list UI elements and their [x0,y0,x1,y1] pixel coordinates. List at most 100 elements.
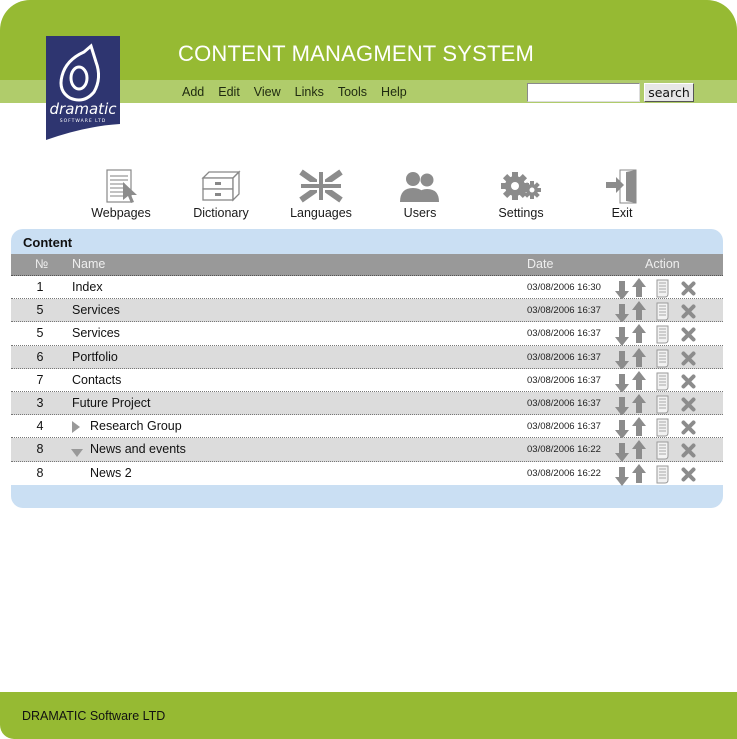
delete-icon[interactable] [681,327,696,345]
menu-item-add[interactable]: Add [182,85,204,99]
table-row[interactable]: 3 Future Project 03/08/2006 16:37 [11,391,723,417]
search-input[interactable] [527,83,640,102]
row-number: 5 [36,303,44,318]
edit-page-icon[interactable] [656,325,671,347]
column-header-name[interactable]: Name [72,257,105,271]
edit-page-icon[interactable] [656,279,671,301]
tool-exit[interactable]: Exit [577,168,667,220]
table-row[interactable]: 6 Portfolio 03/08/2006 16:37 [11,345,723,371]
dictionary-icon [201,170,241,202]
toolbar: Webpages Dictionary Languages Users Sett… [0,168,737,224]
delete-icon[interactable] [681,443,696,461]
menu-item-tools[interactable]: Tools [338,85,367,99]
tool-languages[interactable]: Languages [276,168,366,220]
row-name[interactable]: Research Group [90,419,182,433]
delete-icon[interactable] [681,304,696,322]
row-name[interactable]: Future Project [72,396,151,410]
main-menu: Add Edit View Links Tools Help [182,85,421,99]
move-up-icon[interactable] [632,301,646,323]
move-up-icon[interactable] [632,393,646,416]
column-header-number[interactable]: № [35,257,48,271]
table-row[interactable]: 8 News and events 03/08/2006 16:22 [11,438,723,463]
move-down-icon[interactable] [615,466,629,489]
move-up-icon[interactable] [632,417,646,439]
collapse-arrow-icon[interactable] [71,446,83,458]
row-date: 03/08/2006 16:37 [527,421,601,433]
move-up-icon[interactable] [632,324,646,346]
tool-label: Users [403,206,437,220]
row-number: 1 [36,280,44,294]
move-up-icon[interactable] [632,347,646,370]
tool-label: Languages [290,206,352,220]
row-date: 03/08/2006 16:22 [527,444,601,456]
users-icon [400,172,439,202]
menu-item-edit[interactable]: Edit [218,85,240,99]
row-number: 3 [36,395,44,410]
delete-icon[interactable] [681,374,696,392]
footer-text: DRAMATIC Software LTD [22,709,166,723]
expand-arrow-icon[interactable] [71,421,81,434]
tool-label: Settings [498,206,544,220]
content-panel: Content № Name Date Action 1 Index 03/08/2… [11,229,723,508]
table-row[interactable]: 7 Contacts 03/08/2006 16:37 [11,368,723,394]
row-name[interactable]: Services [72,303,120,317]
search-button[interactable]: search [644,83,694,102]
row-name[interactable]: News and events [90,442,186,456]
menu-item-links[interactable]: Links [295,85,324,99]
edit-page-icon[interactable] [656,349,671,371]
table-row[interactable]: 1 Index 03/08/2006 16:30 [11,276,723,301]
logo-icon: dramatic SOFTWARE LTD [46,36,120,140]
panel-title: Content [23,235,73,250]
move-up-icon[interactable] [632,440,646,462]
tool-webpages[interactable]: Webpages [76,168,166,220]
tool-settings[interactable]: Settings [476,168,566,220]
tool-label: Exit [611,206,633,220]
logo-tagline: SOFTWARE LTD [60,118,106,124]
row-number: 8 [36,465,44,480]
row-date: 03/08/2006 16:37 [527,397,601,409]
row-date: 03/08/2006 16:22 [527,467,601,479]
row-number: 5 [36,326,44,341]
tool-dictionary[interactable]: Dictionary [176,168,266,220]
row-name[interactable]: Services [72,326,120,340]
edit-page-icon[interactable] [656,302,671,324]
column-header-date[interactable]: Date [527,257,553,271]
tool-label: Dictionary [193,206,249,220]
row-name[interactable]: Contacts [72,373,121,387]
row-name[interactable]: Portfolio [72,350,118,364]
gears-icon [501,172,541,200]
edit-page-icon[interactable] [656,395,671,417]
menu-item-view[interactable]: View [254,85,281,99]
table-row[interactable]: 5 Services 03/08/2006 16:37 [11,299,723,324]
logo-wordmark: dramatic [50,100,118,118]
delete-icon[interactable] [681,467,696,485]
row-number: 6 [36,349,44,364]
table-row[interactable]: 4 Research Group 03/08/2006 16:37 [11,415,723,440]
row-name[interactable]: Index [72,280,103,294]
webpage-icon [106,169,137,203]
edit-page-icon[interactable] [656,465,671,487]
move-up-icon[interactable] [632,278,646,300]
dramatic-logo[interactable]: dramatic SOFTWARE LTD [46,36,120,140]
tool-users[interactable]: Users [375,168,465,220]
column-header-action: Action [645,257,680,271]
uk-flag-icon [299,169,343,203]
edit-page-icon[interactable] [656,441,671,463]
row-date: 03/08/2006 16:37 [527,328,601,340]
exit-door-icon [606,169,637,204]
table-row[interactable]: 8 News 2 03/08/2006 16:22 [11,461,723,487]
delete-icon[interactable] [681,420,696,438]
move-up-icon[interactable] [632,370,646,393]
delete-icon[interactable] [681,281,696,299]
row-date: 03/08/2006 16:37 [527,305,601,317]
move-up-icon[interactable] [632,463,646,486]
row-date: 03/08/2006 16:30 [527,282,601,293]
table-row[interactable]: 5 Services 03/08/2006 16:37 [11,322,723,347]
delete-icon[interactable] [681,397,696,415]
delete-icon[interactable] [681,351,696,369]
row-name[interactable]: News 2 [90,466,132,480]
menu-item-help[interactable]: Help [381,85,407,99]
edit-page-icon[interactable] [656,372,671,394]
footer: DRAMATIC Software LTD [0,692,737,739]
edit-page-icon[interactable] [656,418,671,440]
